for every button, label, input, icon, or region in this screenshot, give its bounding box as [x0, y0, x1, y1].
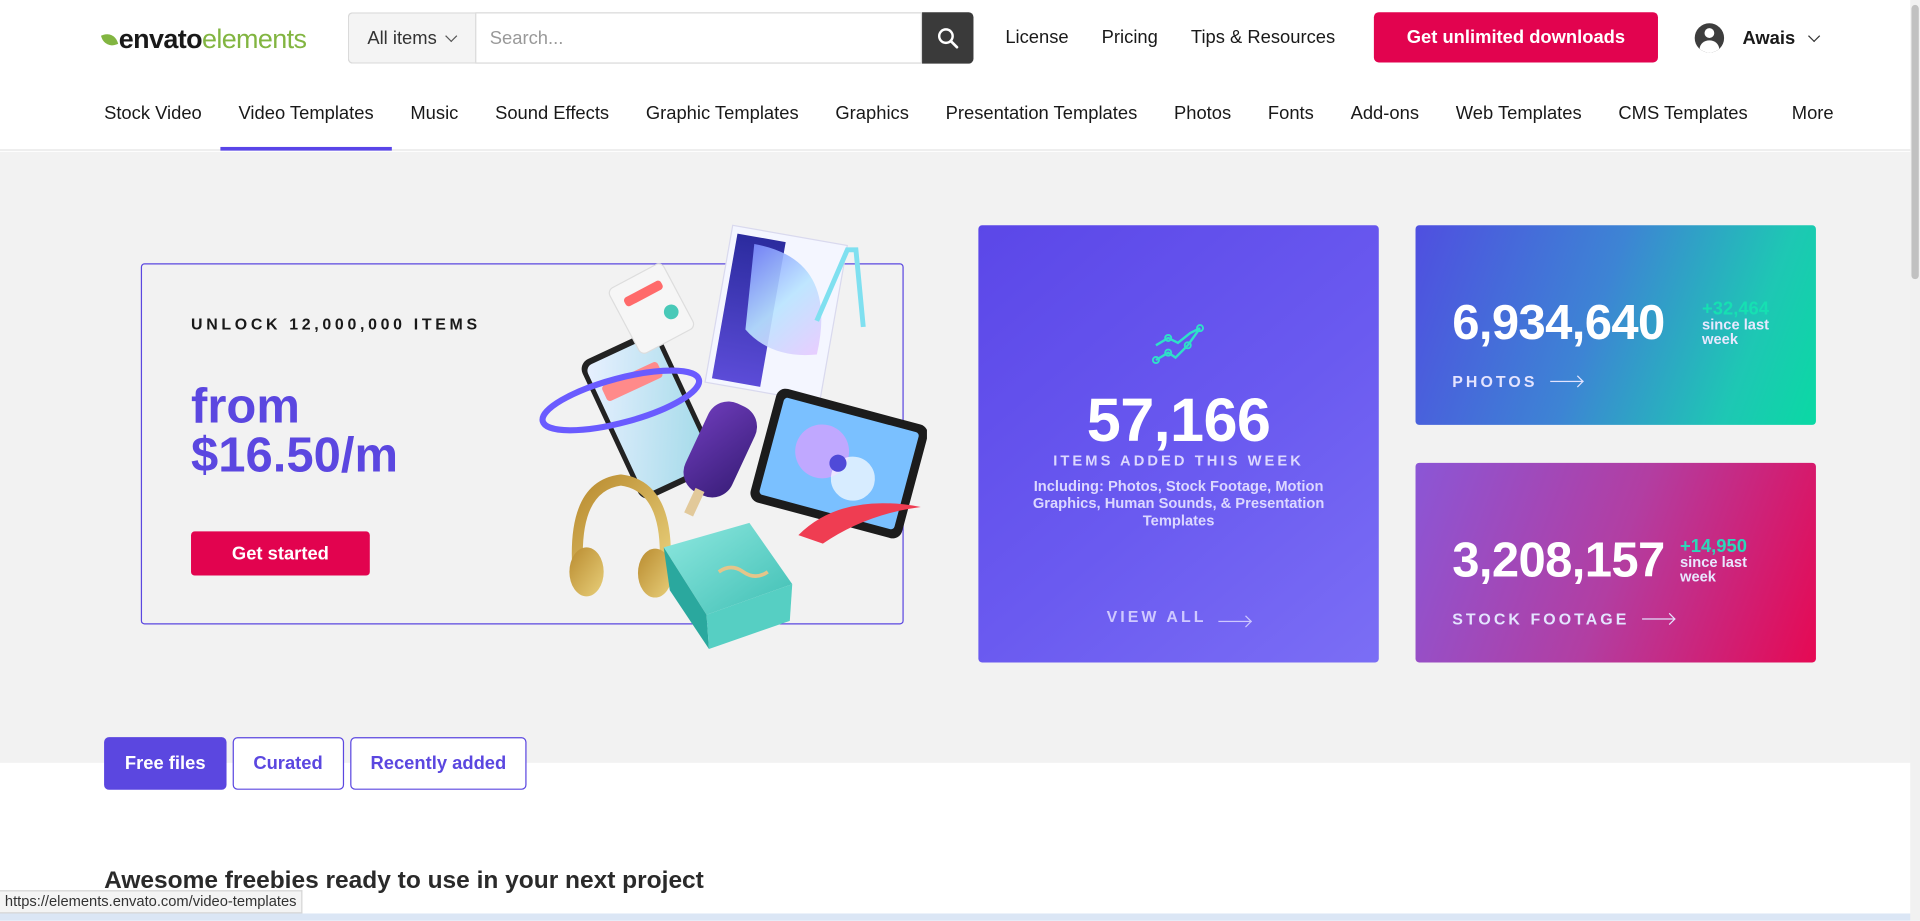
arrow-right-icon [1641, 618, 1674, 620]
filter-buttons: Free files Curated Recently added [104, 737, 533, 790]
logo-text-elements: elements [201, 23, 307, 54]
page-scrollbar[interactable] [1910, 0, 1920, 921]
tab-presentation-templates[interactable]: Presentation Templates [927, 78, 1155, 150]
photos-since: since last week [1702, 315, 1770, 348]
tab-cms-templates[interactable]: CMS Templates [1600, 78, 1766, 150]
search-bar: All items [347, 12, 974, 64]
leaf-icon [100, 30, 119, 48]
search-button[interactable] [922, 12, 974, 64]
tab-web-templates[interactable]: Web Templates [1437, 78, 1600, 150]
stock-footage-caption: STOCK FOOTAGE [1452, 609, 1630, 629]
category-dropdown-label: All items [367, 27, 437, 49]
tab-photos[interactable]: Photos [1156, 78, 1250, 150]
view-all-label: VIEW ALL [1106, 607, 1207, 626]
arrow-right-icon [1549, 380, 1582, 383]
free-files-button[interactable]: Free files [104, 737, 227, 790]
recently-added-button[interactable]: Recently added [349, 737, 528, 790]
tab-video-templates[interactable]: Video Templates [220, 78, 393, 151]
get-started-button[interactable]: Get started [191, 531, 370, 576]
user-name: Awais [1742, 27, 1796, 49]
product-collage-illustration [539, 224, 927, 649]
tab-sound-effects[interactable]: Sound Effects [477, 78, 628, 150]
view-all-link[interactable]: VIEW ALL [978, 607, 1378, 626]
photos-link[interactable]: PHOTOS [1452, 372, 1582, 391]
scrollbar-thumb[interactable] [1911, 4, 1919, 280]
tab-fonts[interactable]: Fonts [1250, 78, 1333, 150]
search-icon [937, 28, 959, 49]
promo-kicker: UNLOCK 12,000,000 ITEMS [191, 314, 481, 334]
window-bottom-strip [0, 913, 1920, 921]
photos-count: 6,934,640 [1452, 296, 1665, 351]
get-unlimited-downloads-button[interactable]: Get unlimited downloads [1373, 12, 1658, 63]
tab-music[interactable]: Music [392, 78, 477, 150]
hero-section: UNLOCK 12,000,000 ITEMS from $16.50/m Ge… [0, 151, 1920, 763]
stock-footage-stat-card[interactable]: 3,208,157 +14,950 since last week STOCK … [1415, 462, 1816, 663]
stock-footage-link[interactable]: STOCK FOOTAGE [1452, 609, 1674, 629]
curated-button[interactable]: Curated [232, 737, 344, 790]
tab-stock-video[interactable]: Stock Video [86, 78, 220, 150]
chevron-down-icon [444, 29, 457, 42]
site-header: envato elements All items License Pricin… [0, 0, 1920, 151]
photos-stat-card[interactable]: 6,934,640 +32,464 since last week PHOTOS [1415, 225, 1816, 425]
promo-price: from $16.50/m [191, 379, 399, 483]
logo-text-envato: envato [118, 23, 203, 54]
stock-footage-since: since last week [1680, 553, 1747, 586]
tips-resources-link[interactable]: Tips & Resources [1191, 27, 1335, 48]
tab-add-ons[interactable]: Add-ons [1332, 78, 1437, 150]
weekly-items-count: 57,166 [1086, 385, 1271, 455]
status-bar-url: https://elements.envato.com/video-templa… [0, 890, 303, 914]
top-links: License Pricing Tips & Resources [1005, 27, 1368, 48]
envato-elements-logo[interactable]: envato elements [100, 22, 307, 56]
tab-more[interactable]: More [1773, 78, 1852, 150]
category-dropdown[interactable]: All items [347, 12, 476, 64]
user-avatar-icon [1694, 23, 1725, 53]
user-menu[interactable]: Awais [1694, 23, 1821, 53]
chevron-down-icon [1808, 29, 1821, 42]
weekly-items-card[interactable]: 57,166 ITEMS ADDED THIS WEEK Including: … [978, 225, 1379, 663]
trend-chart-icon [1151, 324, 1204, 364]
license-link[interactable]: License [1005, 27, 1068, 48]
photos-caption: PHOTOS [1452, 372, 1538, 391]
tab-graphic-templates[interactable]: Graphic Templates [627, 78, 817, 150]
pricing-link[interactable]: Pricing [1102, 27, 1158, 48]
tab-graphics[interactable]: Graphics [817, 78, 927, 150]
arrow-right-icon [1218, 620, 1251, 623]
search-input[interactable] [475, 12, 923, 64]
category-nav: Stock Video Video Templates Music Sound … [86, 78, 1852, 151]
weekly-items-label: ITEMS ADDED THIS WEEK [1053, 451, 1304, 469]
stock-footage-count: 3,208,157 [1452, 533, 1665, 588]
weekly-items-description: Including: Photos, Stock Footage, Motion… [1032, 477, 1325, 529]
